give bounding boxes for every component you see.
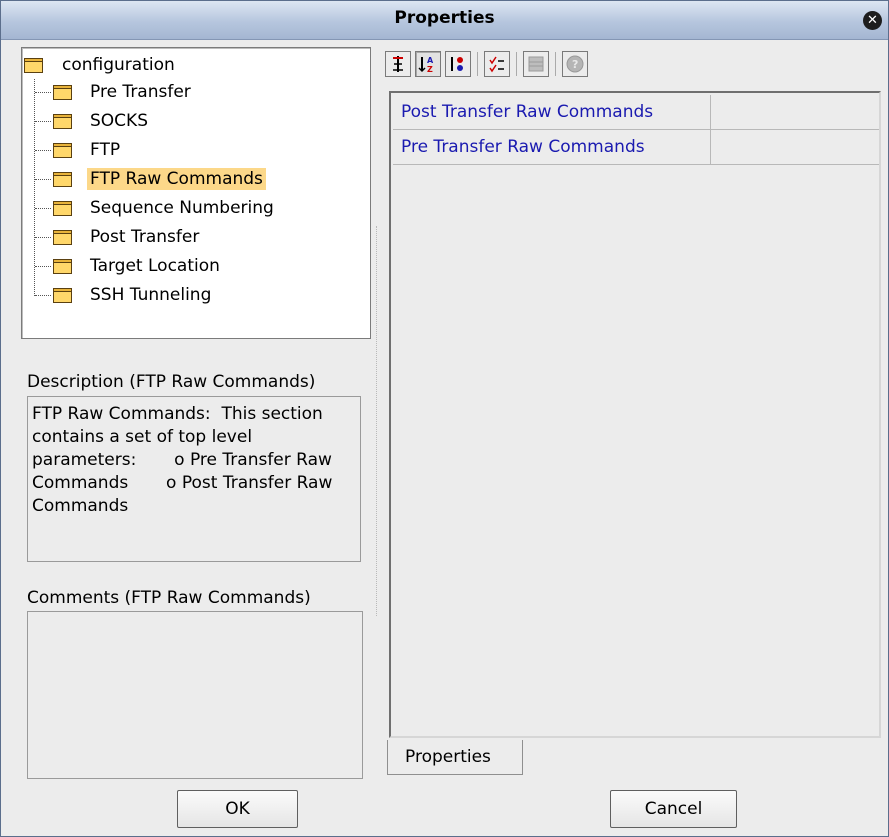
tree-root-label: configuration bbox=[62, 55, 175, 75]
tree-item-label: Sequence Numbering bbox=[90, 198, 274, 218]
toolbar-separator bbox=[477, 52, 478, 76]
tree-branch-line bbox=[35, 208, 51, 209]
description-label: Description (FTP Raw Commands) bbox=[27, 372, 316, 392]
tree-branch-line bbox=[35, 121, 51, 122]
tree-branch-line bbox=[35, 92, 51, 93]
table-icon[interactable] bbox=[523, 51, 549, 77]
close-icon[interactable]: ✕ bbox=[863, 11, 882, 30]
splitter-handle[interactable] bbox=[376, 226, 378, 616]
folder-icon bbox=[53, 259, 72, 274]
description-text: FTP Raw Commands: This section contains … bbox=[27, 396, 361, 562]
folder-icon bbox=[24, 58, 43, 73]
tree-item-label: SOCKS bbox=[90, 111, 148, 131]
group-sort-icon[interactable] bbox=[445, 51, 471, 77]
folder-icon bbox=[53, 85, 72, 100]
folder-icon bbox=[53, 143, 72, 158]
configuration-tree[interactable]: configuration Pre Transfer SOCKS FTP FTP… bbox=[21, 47, 371, 339]
tree-item-label: Target Location bbox=[90, 256, 220, 276]
tree-item-sequence-numbering[interactable]: Sequence Numbering bbox=[53, 194, 274, 222]
tree-item-ssh-tunneling[interactable]: SSH Tunneling bbox=[53, 281, 211, 309]
svg-text:Z: Z bbox=[427, 65, 433, 73]
tree-branch-line bbox=[35, 237, 51, 238]
property-value[interactable] bbox=[719, 95, 879, 129]
tree-item-label: Pre Transfer bbox=[90, 82, 191, 102]
tree-item-label-selected: FTP Raw Commands bbox=[87, 168, 266, 190]
tree-item-label: SSH Tunneling bbox=[90, 285, 212, 305]
tree-item-label: Post Transfer bbox=[90, 227, 200, 247]
alpha-sort-icon[interactable]: AZ bbox=[415, 51, 441, 77]
category-sort-icon[interactable] bbox=[385, 51, 411, 77]
comments-textarea[interactable] bbox=[27, 611, 363, 779]
property-value[interactable] bbox=[719, 130, 879, 164]
toolbar-separator bbox=[555, 52, 556, 76]
tree-branch-line bbox=[35, 179, 51, 180]
tree-item-ftp[interactable]: FTP bbox=[53, 136, 120, 164]
toolbar-separator bbox=[516, 52, 517, 76]
svg-text:A: A bbox=[427, 56, 434, 65]
title-bar[interactable]: Properties ✕ bbox=[1, 1, 888, 40]
checklist-icon[interactable] bbox=[484, 51, 510, 77]
tree-connector-line bbox=[34, 79, 36, 296]
dialog-title: Properties bbox=[394, 8, 495, 28]
folder-icon bbox=[53, 288, 72, 303]
properties-dialog: Properties ✕ configuration Pre Transfer … bbox=[0, 0, 889, 837]
property-name[interactable]: Post Transfer Raw Commands bbox=[393, 95, 711, 129]
tree-item-post-transfer[interactable]: Post Transfer bbox=[53, 223, 199, 251]
folder-icon bbox=[53, 172, 72, 187]
properties-toolbar: AZ ? bbox=[385, 47, 592, 81]
cancel-button[interactable]: Cancel bbox=[610, 790, 737, 828]
tree-branch-line bbox=[35, 295, 51, 296]
table-row[interactable]: Post Transfer Raw Commands bbox=[393, 95, 879, 130]
tree-item-pre-transfer[interactable]: Pre Transfer bbox=[53, 78, 191, 106]
ok-button[interactable]: OK bbox=[177, 790, 298, 828]
tree-branch-line bbox=[35, 150, 51, 151]
svg-text:?: ? bbox=[572, 58, 578, 71]
properties-table: Post Transfer Raw Commands Pre Transfer … bbox=[389, 91, 881, 738]
tree-item-label: FTP bbox=[90, 140, 121, 160]
tree-item-target-location[interactable]: Target Location bbox=[53, 252, 220, 280]
folder-icon bbox=[53, 114, 72, 129]
table-row[interactable]: Pre Transfer Raw Commands bbox=[393, 130, 879, 165]
folder-icon bbox=[53, 230, 72, 245]
tab-properties[interactable]: Properties bbox=[387, 740, 523, 775]
folder-icon bbox=[53, 201, 72, 216]
tree-item-ftp-raw-commands[interactable]: FTP Raw Commands bbox=[53, 165, 266, 193]
tree-root-configuration[interactable]: configuration bbox=[24, 51, 175, 79]
property-name[interactable]: Pre Transfer Raw Commands bbox=[393, 130, 711, 164]
comments-label: Comments (FTP Raw Commands) bbox=[27, 588, 311, 608]
tree-branch-line bbox=[35, 266, 51, 267]
help-icon[interactable]: ? bbox=[562, 51, 588, 77]
tree-item-socks[interactable]: SOCKS bbox=[53, 107, 148, 135]
